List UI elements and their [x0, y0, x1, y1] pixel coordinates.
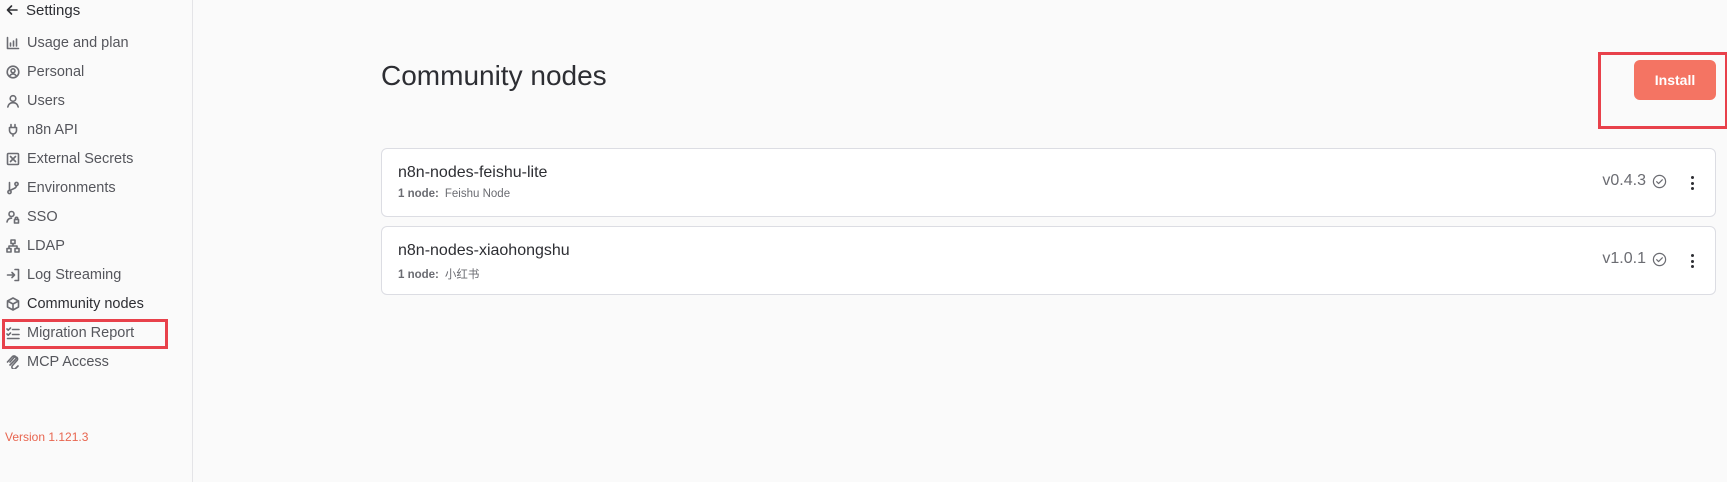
- sidebar-item-migration-report[interactable]: Migration Report: [0, 318, 192, 348]
- sidebar-item-label: Log Streaming: [27, 267, 122, 283]
- sidebar-item-mcp-access[interactable]: MCP Access: [0, 347, 192, 377]
- sidebar-item-usage-and-plan[interactable]: Usage and plan: [0, 28, 192, 58]
- page-title: Community nodes: [381, 60, 607, 91]
- main-content: Community nodes Install n8n-nodes-feishu…: [193, 0, 1727, 482]
- sidebar-item-label: n8n API: [27, 122, 78, 138]
- node-list: 小红书: [444, 269, 480, 281]
- settings-sidebar: Settings Usage and plan Personal Users n…: [0, 0, 193, 482]
- package-version: v0.4.3: [1602, 172, 1667, 190]
- install-button[interactable]: Install: [1634, 60, 1716, 100]
- sidebar-item-external-secrets[interactable]: External Secrets: [0, 144, 192, 174]
- arrow-left-icon: [6, 5, 18, 15]
- sidebar-item-community-nodes[interactable]: Community nodes: [0, 289, 192, 319]
- vault-icon: [6, 152, 20, 166]
- sidebar-item-personal[interactable]: Personal: [0, 57, 192, 87]
- list-checks-icon: [6, 327, 20, 340]
- package-menu-button[interactable]: [1681, 247, 1703, 275]
- package-card[interactable]: n8n-nodes-feishu-lite 1 node: Feishu Node…: [381, 148, 1716, 217]
- sidebar-item-log-streaming[interactable]: Log Streaming: [0, 260, 192, 290]
- cube-icon: [6, 297, 20, 311]
- package-nodes: 1 node: Feishu Node: [398, 188, 510, 200]
- package-menu-button[interactable]: [1681, 169, 1703, 197]
- sidebar-item-label: Personal: [27, 64, 85, 80]
- mcp-icon: [6, 355, 19, 369]
- node-count: 1 node:: [398, 188, 439, 200]
- plug-icon: [8, 123, 18, 137]
- sidebar-item-n8n-api[interactable]: n8n API: [0, 115, 192, 145]
- sidebar-item-label: Environments: [27, 180, 116, 196]
- sign-in-icon: [6, 268, 20, 282]
- node-list: Feishu Node: [444, 188, 511, 200]
- network-icon: [6, 239, 20, 253]
- dot: [1690, 259, 1694, 263]
- sidebar-item-environments[interactable]: Environments: [0, 173, 192, 203]
- sidebar-item-label: SSO: [27, 209, 58, 225]
- sidebar-item-sso[interactable]: SSO: [0, 202, 192, 232]
- check-circle-icon: [1652, 174, 1667, 188]
- dot: [1690, 176, 1694, 179]
- sidebar-item-label: Migration Report: [27, 325, 135, 341]
- dot: [1690, 265, 1694, 268]
- package-version: v1.0.1: [1602, 250, 1667, 268]
- sidebar-item-users[interactable]: Users: [0, 86, 192, 116]
- chart-icon: [6, 36, 20, 50]
- settings-title: Settings: [26, 1, 81, 19]
- sidebar-item-label: MCP Access: [27, 354, 109, 370]
- sidebar-item-label: Community nodes: [27, 296, 144, 312]
- dot: [1690, 181, 1694, 185]
- version-number: v0.4.3: [1602, 172, 1646, 189]
- package-name: n8n-nodes-xiaohongshu: [398, 242, 570, 259]
- branch-icon: [7, 181, 19, 195]
- back-to-settings[interactable]: Settings: [6, 0, 80, 20]
- package-name: n8n-nodes-feishu-lite: [398, 164, 548, 181]
- check-circle-icon: [1652, 252, 1667, 266]
- sidebar-item-label: Users: [27, 93, 65, 109]
- package-nodes: 1 node: 小红书: [398, 266, 479, 282]
- dot: [1690, 187, 1694, 190]
- version-number: v1.0.1: [1602, 250, 1646, 267]
- node-count: 1 node:: [398, 269, 439, 281]
- dot: [1690, 254, 1694, 257]
- package-card[interactable]: n8n-nodes-xiaohongshu 1 node: 小红书 v1.0.1: [381, 226, 1716, 295]
- sidebar-item-label: Usage and plan: [27, 35, 129, 51]
- sidebar-item-ldap[interactable]: LDAP: [0, 231, 192, 261]
- user-circle-icon: [6, 65, 20, 79]
- sidebar-item-label: LDAP: [27, 238, 65, 254]
- user-lock-icon: [6, 210, 20, 224]
- user-icon: [7, 94, 19, 108]
- version-label: Version 1.121.3: [5, 430, 89, 444]
- sidebar-item-label: External Secrets: [27, 151, 134, 167]
